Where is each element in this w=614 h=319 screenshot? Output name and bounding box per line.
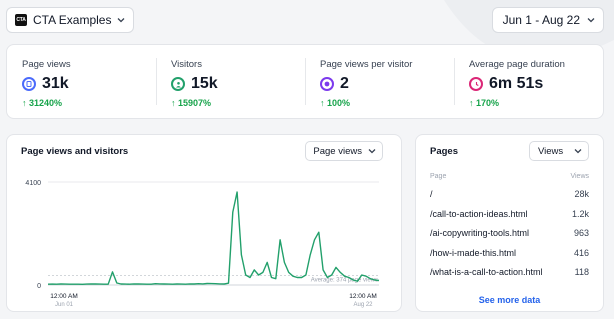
x-tick-time: 12:00 AM (349, 293, 376, 300)
site-selector[interactable]: CTA CTA Examples (6, 7, 135, 33)
page-views-count: 416 (573, 248, 589, 258)
page-path: /how-i-made-this.html (430, 248, 517, 258)
stat-value: 2 (340, 75, 349, 92)
page-views-count: 963 (573, 228, 589, 238)
stat-value: 31k (42, 75, 69, 92)
page-views-chart-card: Page views and visitors Page views 4100 0… (6, 134, 402, 312)
date-range-label: Jun 1 - Aug 22 (502, 13, 580, 27)
page-path: /what-is-a-call-to-action.html (430, 267, 543, 277)
page-path: /ai-copywriting-tools.html (430, 228, 530, 238)
column-header-page: Page (430, 173, 447, 180)
stat-average-duration[interactable]: Average page duration 6m 51s ↑ 170% (454, 45, 603, 118)
page-row[interactable]: /ai-copywriting-tools.html 963 (430, 224, 589, 242)
x-tick-time: 12:00 AM (50, 293, 77, 300)
page-views-count: 1.2k (571, 209, 589, 219)
x-tick-date: Jun 01 (55, 302, 74, 308)
stat-value: 6m 51s (489, 75, 544, 92)
stat-change: ↑ 31240% (22, 98, 63, 108)
stat-change: ↑ 15907% (171, 98, 212, 108)
stat-label: Page views (22, 59, 71, 70)
stat-page-views[interactable]: Page views 31k ↑ 31240% (7, 45, 156, 118)
series-line (47, 191, 380, 285)
page-row[interactable]: / 28k (430, 185, 589, 203)
pages-title: Pages (430, 146, 458, 157)
visitors-icon (171, 77, 185, 91)
stat-label: Page views per visitor (320, 59, 413, 70)
column-header-views: Views (570, 173, 589, 180)
chevron-down-icon (587, 18, 595, 23)
chevron-down-icon (574, 149, 582, 154)
stat-label: Average page duration (469, 59, 565, 70)
site-name: CTA Examples (33, 13, 112, 27)
site-logo-icon: CTA (15, 14, 27, 26)
stats-summary: Page views 31k ↑ 31240% Visitors 15k ↑ 1… (6, 44, 604, 119)
stat-change: ↑ 170% (469, 98, 500, 108)
stat-visitors[interactable]: Visitors 15k ↑ 15907% (156, 45, 305, 118)
page-row[interactable]: /what-is-a-call-to-action.html 118 (430, 263, 589, 281)
views-per-visitor-icon (320, 77, 334, 91)
stat-label: Visitors (171, 59, 202, 70)
page-views-count: 118 (574, 267, 589, 277)
average-label: Average: 374 page views (311, 278, 378, 284)
see-more-link[interactable]: See more data (416, 295, 603, 305)
x-tick-date: Aug 22 (353, 302, 373, 308)
y-tick-label: 0 (37, 283, 41, 290)
page-path: /call-to-action-ideas.html (430, 209, 528, 219)
stat-views-per-visitor[interactable]: Page views per visitor 2 ↑ 100% (305, 45, 454, 118)
page-row[interactable]: /call-to-action-ideas.html 1.2k (430, 205, 589, 223)
page-views-count: 28k (574, 189, 589, 199)
line-chart[interactable]: 4100 0 Average: 374 page views 12:00 AM Jun … (7, 135, 403, 313)
pages-card: Pages Views Page Views / 28k /call-to-ac… (415, 134, 604, 312)
page-views-icon (22, 77, 36, 91)
stat-change: ↑ 100% (320, 98, 351, 108)
duration-icon (469, 77, 483, 91)
date-range-selector[interactable]: Jun 1 - Aug 22 (491, 7, 604, 33)
page-path: / (430, 189, 433, 199)
pages-metric-label: Views (538, 145, 564, 157)
chevron-down-icon (118, 18, 125, 23)
stat-value: 15k (191, 75, 218, 92)
y-tick-label: 4100 (25, 180, 41, 187)
pages-metric-selector[interactable]: Views (529, 141, 589, 161)
page-row[interactable]: /how-i-made-this.html 416 (430, 244, 589, 262)
